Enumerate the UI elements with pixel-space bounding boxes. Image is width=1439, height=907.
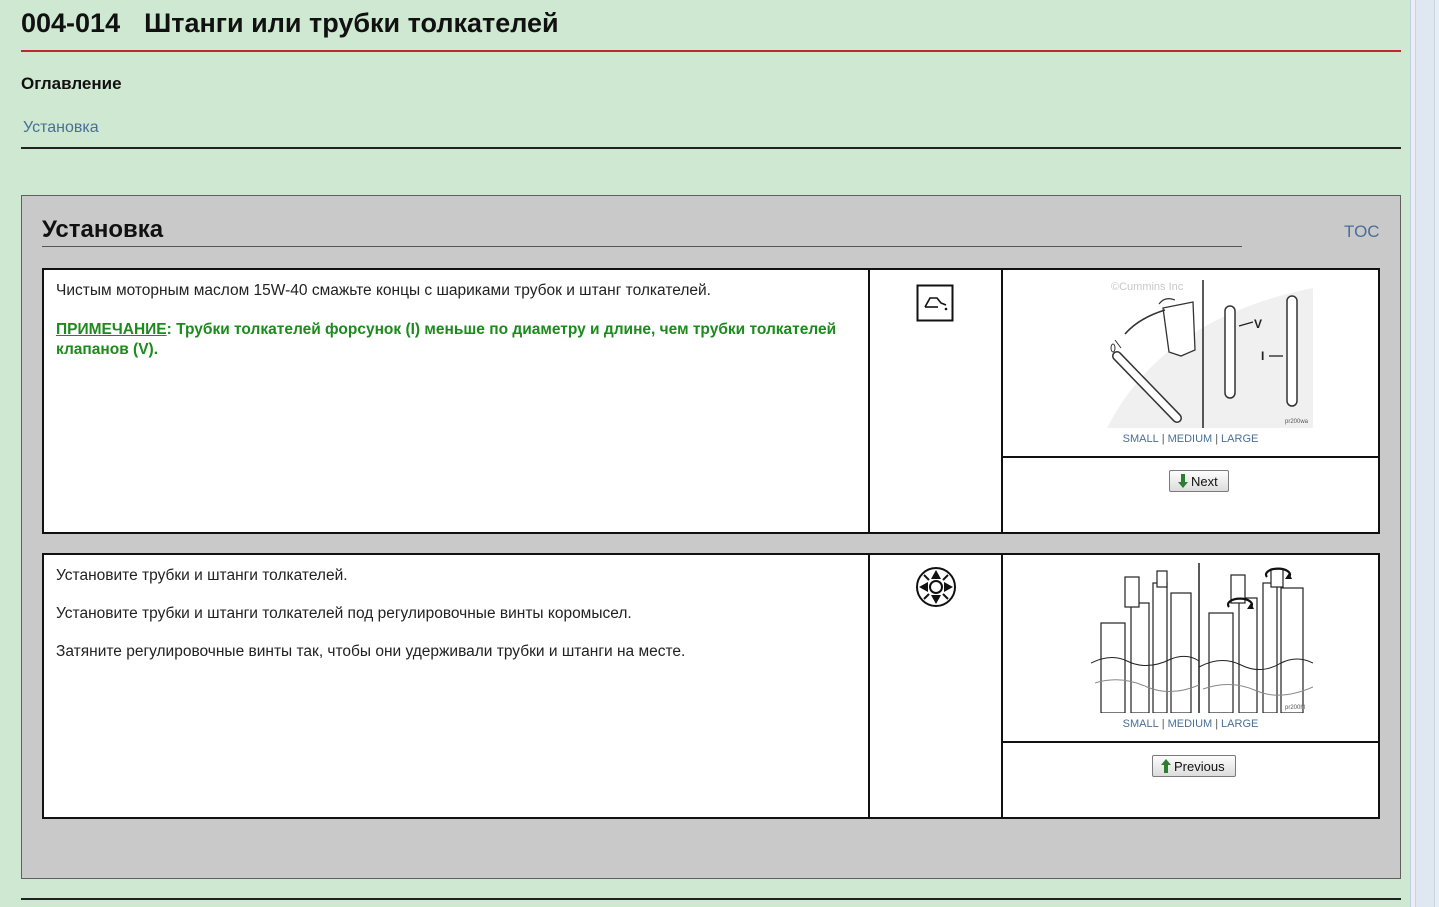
label-i: I — [1261, 349, 1264, 363]
step-text-cell: Установите трубки и штанги толкателей. У… — [44, 555, 870, 817]
label-v: V — [1254, 317, 1262, 331]
installation-section: Установка TOC Чистым моторным маслом 15W… — [21, 195, 1401, 879]
image-code: pr200hl — [1285, 705, 1305, 711]
bottom-divider — [21, 898, 1401, 900]
next-button-label: Next — [1191, 473, 1218, 489]
arrow-up-icon — [1161, 759, 1171, 773]
image-size-links: SMALL | MEDIUM | LARGE — [1122, 433, 1259, 445]
previous-button-label: Previous — [1174, 758, 1225, 774]
image-size-links: SMALL | MEDIUM | LARGE — [1122, 718, 1259, 730]
page-title: 004-014 Штанги или трубки толкателей — [21, 8, 559, 39]
toc-link-installation[interactable]: Установка — [23, 119, 99, 137]
size-small-link[interactable]: SMALL — [1123, 433, 1159, 445]
vertical-scrollbar[interactable] — [1410, 0, 1439, 907]
step-icon-cell — [870, 555, 1003, 817]
step-text-cell: Чистым моторным маслом 15W-40 смажьте ко… — [44, 270, 870, 532]
toc-back-link[interactable]: TOC — [1344, 222, 1380, 242]
step-image-area: pr200hl SMALL | MEDIUM | LARGE — [1003, 555, 1378, 743]
step-row: Установите трубки и штанги толкателей. У… — [42, 553, 1380, 819]
step-image-area: ©Cummins Inc V I pr200wa SMALL | MEDIUM … — [1003, 270, 1378, 458]
size-medium-link[interactable]: MEDIUM — [1168, 718, 1213, 730]
oil-can-icon — [916, 284, 954, 322]
toc-divider — [21, 147, 1401, 149]
next-button[interactable]: Next — [1169, 470, 1229, 492]
step-icon-cell — [870, 270, 1003, 532]
size-small-link[interactable]: SMALL — [1123, 718, 1159, 730]
step-row: Чистым моторным маслом 15W-40 смажьте ко… — [42, 268, 1380, 534]
wrench-socket-icon — [916, 567, 956, 607]
step-image-cell: ©Cummins Inc V I pr200wa SMALL | MEDIUM … — [1003, 270, 1378, 532]
title-divider — [21, 50, 1401, 52]
step-nav-area: Next — [1003, 458, 1378, 532]
note-text: : Трубки толкателей форсунок (I) меньше … — [56, 321, 837, 358]
arrow-down-icon — [1178, 474, 1188, 488]
rocker-adjust-illustration[interactable]: pr200hl — [1091, 563, 1313, 713]
image-code: pr200wa — [1285, 419, 1309, 425]
section-title: Установка — [42, 216, 164, 243]
toc-heading: Оглавление — [21, 74, 122, 93]
size-large-link[interactable]: LARGE — [1221, 433, 1258, 445]
step-image-cell: pr200hl SMALL | MEDIUM | LARGE Previous — [1003, 555, 1378, 817]
note-label: ПРИМЕЧАНИЕ — [56, 321, 167, 338]
step-instruction: Чистым моторным маслом 15W-40 смажьте ко… — [56, 282, 711, 299]
step-note: ПРИМЕЧАНИЕ: Трубки толкателей форсунок (… — [56, 320, 856, 360]
image-watermark: ©Cummins Inc — [1111, 281, 1184, 293]
size-medium-link[interactable]: MEDIUM — [1168, 433, 1213, 445]
step-instruction: Затяните регулировочные винты так, чтобы… — [56, 643, 686, 660]
step-nav-area: Previous — [1003, 743, 1378, 817]
doc-title: Штанги или трубки толкателей — [144, 8, 559, 38]
section-divider — [42, 246, 1242, 247]
pushrod-illustration[interactable]: ©Cummins Inc V I pr200wa — [1103, 278, 1318, 430]
size-large-link[interactable]: LARGE — [1221, 718, 1258, 730]
doc-number: 004-014 — [21, 8, 121, 38]
step-instruction: Установите трубки и штанги толкателей по… — [56, 605, 632, 622]
step-instruction: Установите трубки и штанги толкателей. — [56, 567, 348, 584]
previous-button[interactable]: Previous — [1152, 755, 1236, 777]
